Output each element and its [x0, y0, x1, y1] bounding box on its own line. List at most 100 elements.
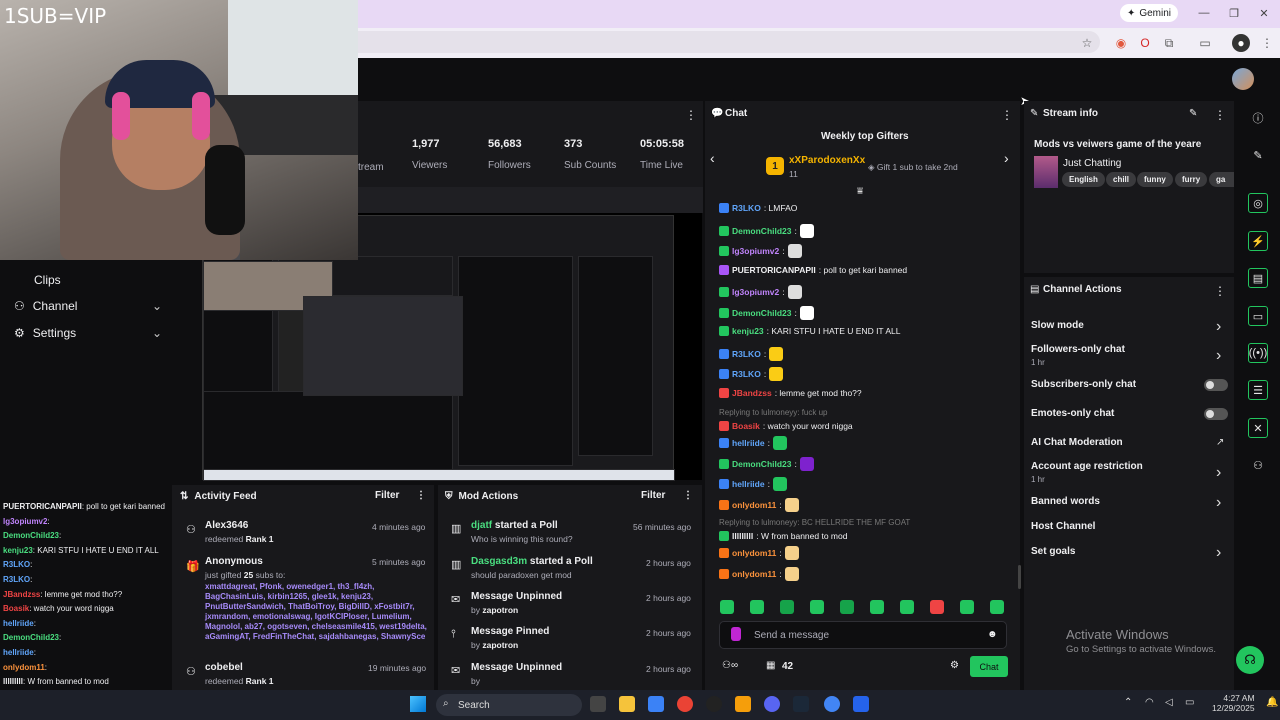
obs-icon[interactable]: [706, 696, 722, 712]
gear-icon[interactable]: ⚙: [950, 660, 959, 671]
notification-icon[interactable]: 🔔: [1266, 697, 1278, 708]
channel-action-item[interactable]: AI Chat Moderation: [1031, 437, 1123, 448]
gemini-button[interactable]: ✦ Gemini: [1120, 4, 1178, 22]
camera-icon[interactable]: ◎: [1248, 193, 1268, 213]
nav-item-clips[interactable]: Clips: [34, 270, 182, 290]
task-view-icon[interactable]: [590, 696, 606, 712]
user-avatar[interactable]: [1232, 68, 1254, 90]
chat-username[interactable]: lg3opiumv2: [732, 246, 779, 256]
chevron-right-icon[interactable]: ›: [1216, 464, 1221, 482]
mod-action-user[interactable]: Dasgasd3m: [471, 556, 527, 567]
chat-username[interactable]: onlydom11: [732, 500, 776, 510]
category-name[interactable]: Just Chatting: [1063, 158, 1121, 169]
nav-item-settings[interactable]: ⚙ Settings ⌄: [14, 323, 162, 343]
document-icon[interactable]: ▤: [1248, 268, 1268, 288]
wrench-icon[interactable]: ✕: [1248, 418, 1268, 438]
nav-item-channel[interactable]: ⚇ Channel ⌄: [14, 296, 162, 316]
chat-username[interactable]: lllllllll: [732, 531, 753, 541]
profile-icon[interactable]: ●: [1232, 34, 1250, 52]
store-icon[interactable]: [648, 696, 664, 712]
channel-action-item[interactable]: Followers-only chat 1 hr: [1031, 344, 1125, 367]
chevron-right-icon[interactable]: ›: [1216, 494, 1221, 512]
taskbar-clock[interactable]: 4:27 AM 12/29/2025: [1212, 693, 1255, 713]
filter-button[interactable]: Filter: [375, 490, 399, 501]
app-icon[interactable]: [735, 696, 751, 712]
chevron-right-icon[interactable]: ›: [1216, 318, 1221, 336]
chat-username[interactable]: onlydom11: [732, 548, 776, 558]
channel-action-item[interactable]: Slow mode: [1031, 320, 1084, 331]
chat-username[interactable]: hellriide: [732, 479, 765, 489]
chat-scrollbar[interactable]: [1018, 565, 1021, 589]
tray-chevron-icon[interactable]: ⌃: [1124, 697, 1132, 708]
chevron-left-icon[interactable]: ‹: [710, 150, 715, 166]
more-icon[interactable]: ⋮: [1001, 108, 1013, 122]
chat-settings-icon[interactable]: ⚇∞: [722, 660, 738, 671]
message-icon[interactable]: ▭: [1248, 306, 1268, 326]
channel-action-item[interactable]: Subscribers-only chat: [1031, 379, 1136, 390]
chat-username[interactable]: DemonChild23: [732, 308, 792, 318]
chat-username[interactable]: R3LKO: [732, 349, 761, 359]
chat-username[interactable]: Boasik: [732, 421, 760, 431]
chat-send-button[interactable]: Chat: [970, 656, 1008, 677]
discord-icon[interactable]: [764, 696, 780, 712]
emote-shortcut-icon[interactable]: [870, 600, 884, 614]
puzzle-extensions-icon[interactable]: ⧉: [1160, 34, 1178, 52]
expand-icon[interactable]: ⩸: [857, 186, 863, 197]
channel-action-item[interactable]: Banned words: [1031, 496, 1100, 507]
chat-username[interactable]: DemonChild23: [732, 226, 792, 236]
bookmark-star-icon[interactable]: ☆: [1078, 34, 1096, 52]
mod-action-user[interactable]: djatf: [471, 520, 492, 531]
category-boxart[interactable]: [1034, 156, 1058, 188]
restore-icon[interactable]: ❐: [1222, 4, 1246, 22]
chat-username[interactable]: hellriide: [732, 438, 765, 448]
chrome-icon[interactable]: [677, 696, 693, 712]
opera-extension-icon[interactable]: O: [1136, 34, 1154, 52]
emoji-picker-icon[interactable]: ☻: [987, 629, 998, 640]
more-icon[interactable]: ⋮: [416, 490, 426, 501]
tag-pill[interactable]: ga: [1209, 172, 1234, 187]
lightning-icon[interactable]: ⚡: [1248, 231, 1268, 251]
file-explorer-icon[interactable]: [619, 696, 635, 712]
volume-icon[interactable]: ◁: [1165, 697, 1173, 708]
emote-shortcut-icon[interactable]: [900, 600, 914, 614]
edit-icon[interactable]: ✎: [1189, 108, 1197, 119]
emote-shortcut-icon[interactable]: [810, 600, 824, 614]
tag-pill[interactable]: furry: [1175, 172, 1208, 187]
chat-username[interactable]: DemonChild23: [732, 459, 792, 469]
emote-shortcut-icon[interactable]: [720, 600, 734, 614]
emote-shortcut-icon[interactable]: [780, 600, 794, 614]
browser-menu-icon[interactable]: ⋮: [1258, 34, 1276, 52]
battery-icon[interactable]: ▭: [1185, 697, 1194, 708]
app-icon[interactable]: [853, 696, 869, 712]
steam-icon[interactable]: [793, 696, 809, 712]
more-icon[interactable]: ⋮: [1214, 108, 1226, 122]
channel-action-item[interactable]: Host Channel: [1031, 521, 1095, 532]
minimize-icon[interactable]: —: [1192, 4, 1216, 22]
channel-action-item[interactable]: Emotes-only chat: [1031, 408, 1114, 419]
chat-username[interactable]: kenju23: [732, 326, 764, 336]
chevron-right-icon[interactable]: ›: [1004, 150, 1009, 166]
toggle-switch[interactable]: [1204, 408, 1228, 420]
address-bar[interactable]: [340, 31, 1100, 53]
support-chat-icon[interactable]: ☊: [1236, 646, 1264, 674]
list-icon[interactable]: ☰: [1248, 380, 1268, 400]
close-window-icon[interactable]: ✕: [1252, 4, 1276, 22]
extension-icon[interactable]: ◉: [1112, 34, 1130, 52]
chat-username[interactable]: R3LKO: [732, 203, 761, 213]
emote-shortcut-icon[interactable]: [750, 600, 764, 614]
chat-input[interactable]: Send a message: [719, 621, 1007, 649]
pencil-icon[interactable]: ✎: [1248, 145, 1268, 165]
tab-search-icon[interactable]: ▭: [1196, 34, 1214, 52]
taskbar-search[interactable]: Search: [436, 694, 582, 716]
more-icon[interactable]: ⋮: [683, 490, 693, 501]
chat-badge-icon[interactable]: [731, 627, 741, 641]
channel-action-item[interactable]: Set goals: [1031, 546, 1075, 557]
windows-start-icon[interactable]: [410, 696, 426, 712]
chat-username[interactable]: onlydom11: [732, 569, 776, 579]
tag-pill[interactable]: English: [1062, 172, 1105, 187]
more-icon[interactable]: ⋮: [685, 108, 697, 122]
wifi-icon[interactable]: ◠: [1145, 697, 1154, 708]
external-link-icon[interactable]: ↗: [1216, 437, 1224, 448]
chat-username[interactable]: lg3opiumv2: [732, 287, 779, 297]
channel-action-item[interactable]: Account age restriction 1 hr: [1031, 461, 1143, 484]
